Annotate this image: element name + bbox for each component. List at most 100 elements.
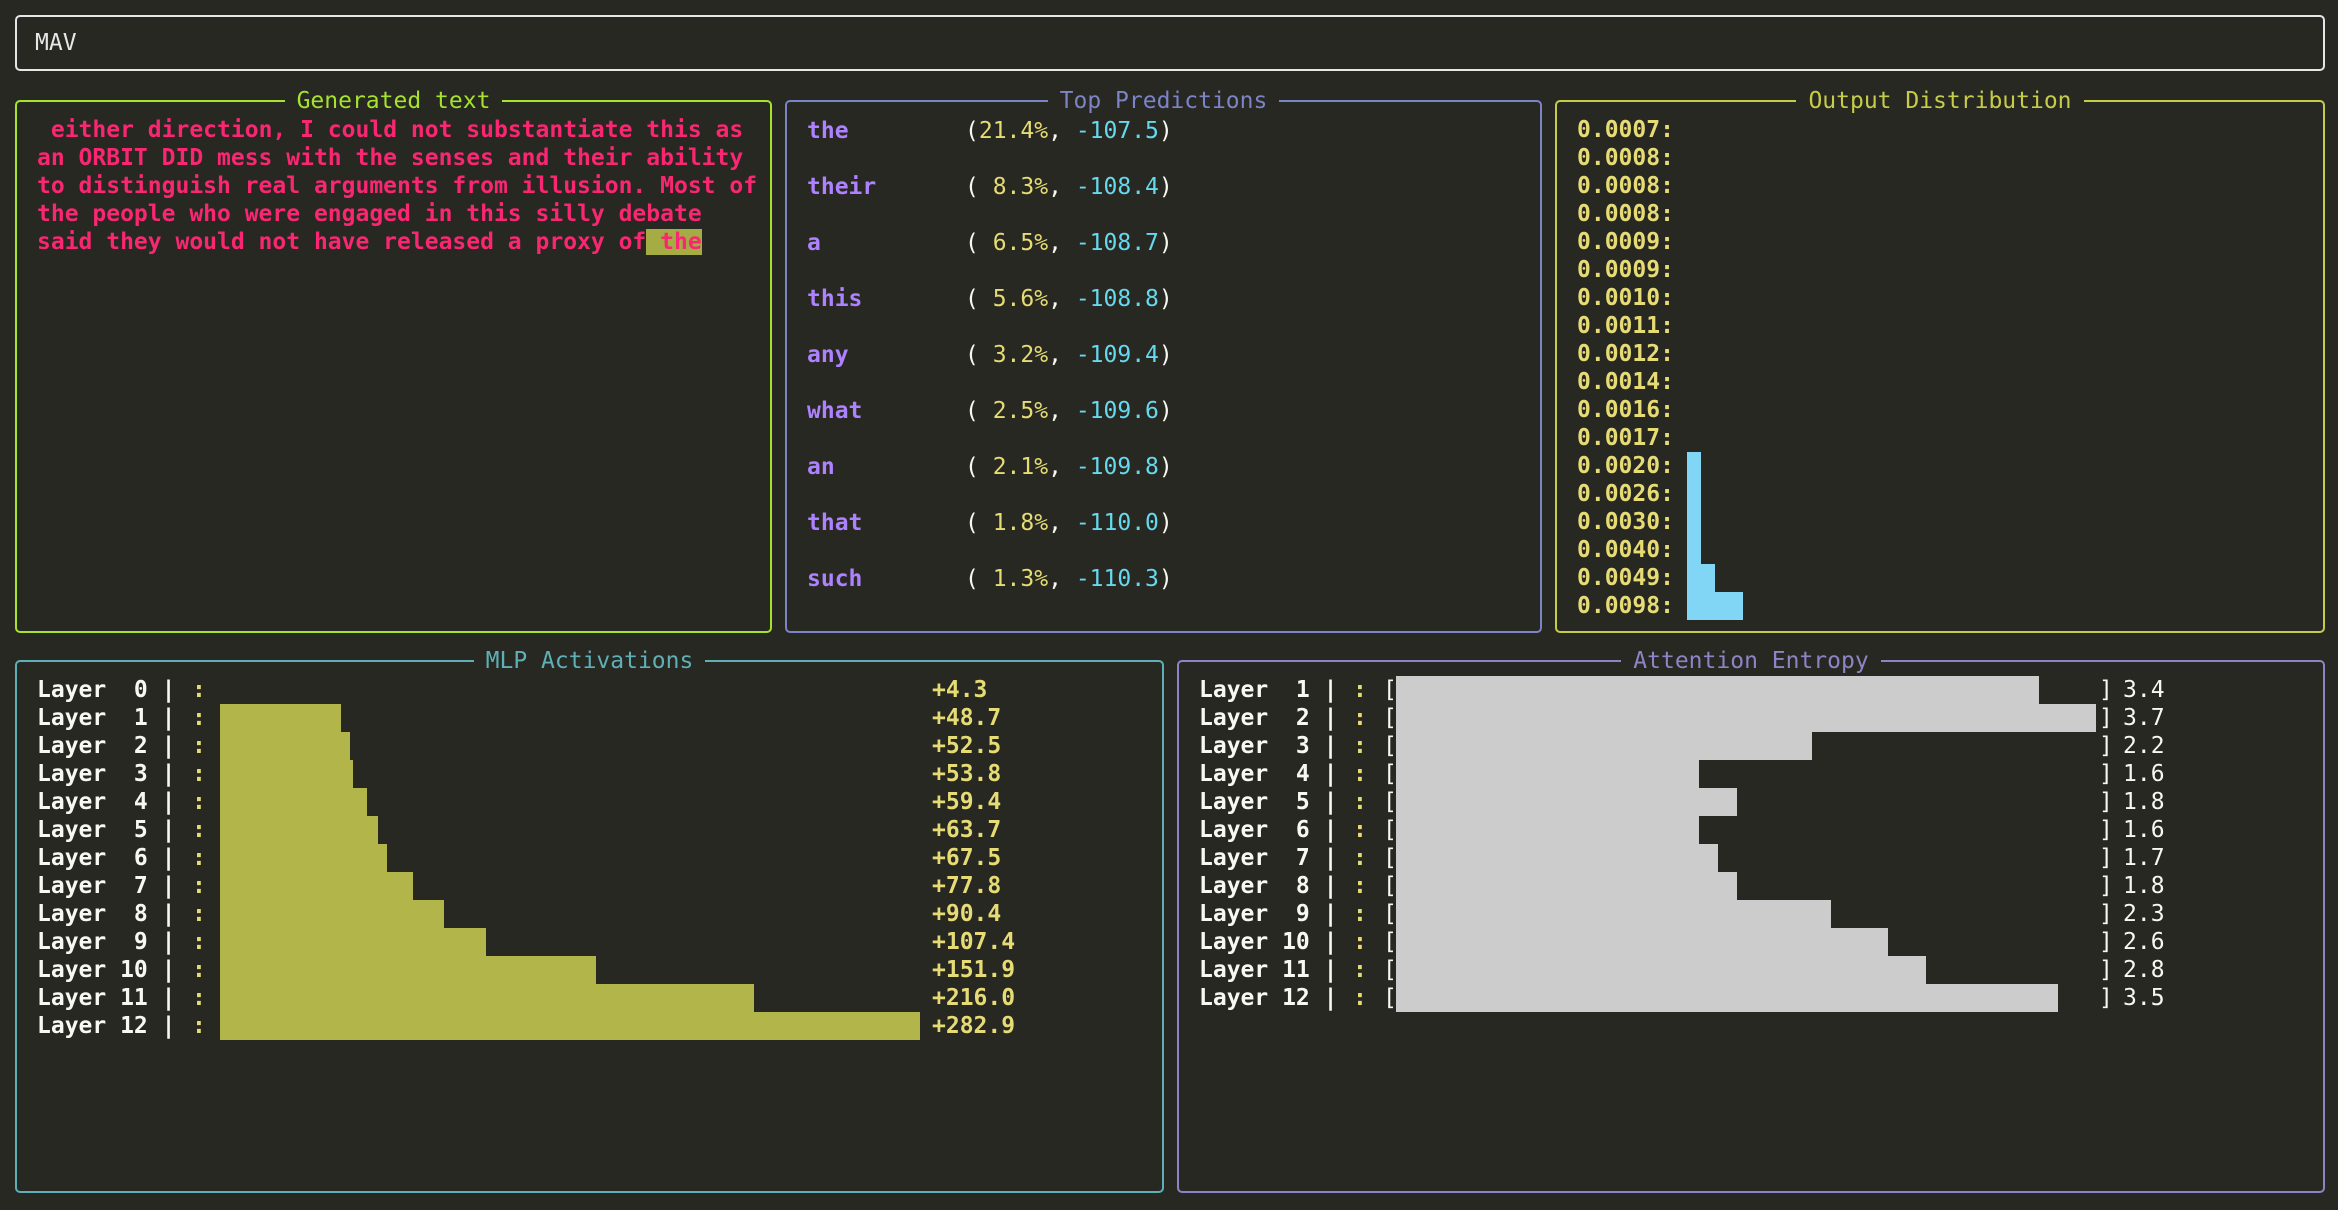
attention-separator: : [1353,817,1367,843]
open-bracket: [ [1383,817,1397,843]
mlp-activation-bar [220,732,350,760]
mlp-activations-panel: MLP Activations Layer 0 |: +4.3 Layer 1 |:… [15,648,1164,1193]
comma: , [1048,566,1076,592]
prediction-token: the [807,118,849,144]
close-bracket: ] [2099,789,2113,815]
prediction-values: ( 1.8%, -110.0) [965,508,1173,538]
distribution-bar [1687,452,1701,480]
prediction-values: ( 3.2%, -109.4) [965,340,1173,370]
open-paren: ( [965,230,979,256]
mlp-separator: : [192,929,206,955]
distribution-row-label: 0.0008: [1577,201,1674,227]
current-token-highlight: the [646,229,702,255]
mlp-activation-bar [220,844,387,872]
mlp-activation-value: +48.7 [932,705,1002,731]
mlp-layer-label: Layer 0 | [37,677,176,703]
mlp-activation-bar [220,788,367,816]
open-bracket: [ [1383,789,1397,815]
mlp-layer-label: Layer 1 | [37,705,176,731]
comma: , [1048,174,1076,200]
mlp-activation-bar [220,816,378,844]
prediction-logit: -109.8 [1075,454,1159,480]
attention-layer-label: Layer 7 | [1199,845,1338,871]
open-paren: ( [965,342,979,368]
open-paren: ( [965,510,979,536]
attention-layer-label: Layer 5 | [1199,789,1338,815]
attention-separator: : [1353,705,1367,731]
generated-text-body: either direction, I could not substantia… [37,116,767,256]
close-bracket: ] [2099,761,2113,787]
close-bracket: ] [2099,985,2113,1011]
mlp-activation-value: +77.8 [932,873,1002,899]
prediction-logit: -109.6 [1075,398,1159,424]
prediction-probability: 6.5% [978,230,1049,256]
prediction-token: an [807,454,835,480]
generated-text-panel: Generated text either direction, I could… [15,88,772,633]
attention-layer-label: Layer 9 | [1199,901,1338,927]
attention-separator: : [1353,873,1367,899]
prediction-token: this [807,286,863,312]
prediction-values: ( 2.1%, -109.8) [965,452,1173,482]
app-title: MAV [35,30,77,56]
prediction-logit: -107.5 [1075,118,1159,144]
attention-entropy-bar [1396,844,1718,872]
close-bracket: ] [2099,957,2113,983]
close-paren: ) [1158,174,1173,200]
attention-entropy-bar [1396,956,1926,984]
mlp-activation-value: +53.8 [932,761,1002,787]
attention-separator: : [1353,845,1367,871]
prediction-values: ( 5.6%, -108.8) [965,284,1173,314]
mlp-layer-label: Layer 10 | [37,957,176,983]
close-bracket: ] [2099,901,2113,927]
distribution-row-label: 0.0014: [1577,369,1674,395]
attention-layer-label: Layer 6 | [1199,817,1338,843]
mlp-activation-bar [220,928,486,956]
prediction-token: that [807,510,863,536]
close-bracket: ] [2099,929,2113,955]
mlp-activations-title: MLP Activations [473,648,706,674]
attention-layer-label: Layer 1 | [1199,677,1338,703]
open-paren: ( [965,286,979,312]
prediction-token: any [807,342,849,368]
prediction-probability: 1.3% [978,566,1049,592]
top-predictions-panel: Top Predictions the (21.4%, -107.5) their (… [785,88,1542,633]
mlp-activation-value: +90.4 [932,901,1002,927]
attention-entropy-value: 1.6 [2123,817,2165,843]
open-bracket: [ [1383,845,1397,871]
close-bracket: ] [2099,733,2113,759]
output-distribution-title: Output Distribution [1796,88,2084,114]
open-paren: ( [965,118,979,144]
mlp-separator: : [192,985,206,1011]
attention-layer-label: Layer 3 | [1199,733,1338,759]
attention-entropy-value: 1.8 [2123,789,2165,815]
attention-entropy-bar [1396,760,1699,788]
open-bracket: [ [1383,677,1397,703]
open-bracket: [ [1383,873,1397,899]
mlp-activation-bar [220,760,353,788]
generated-text-title: Generated text [284,88,503,114]
prediction-token: a [807,230,821,256]
mlp-activation-bar [220,900,444,928]
attention-entropy-bar [1396,928,1888,956]
attention-entropy-value: 1.8 [2123,873,2165,899]
attention-entropy-value: 2.3 [2123,901,2165,927]
distribution-row-label: 0.0012: [1577,341,1674,367]
distribution-bar [1687,564,1715,592]
distribution-row-label: 0.0040: [1577,537,1674,563]
mlp-activation-value: +67.5 [932,845,1002,871]
distribution-row-label: 0.0098: [1577,593,1674,619]
prediction-values: ( 8.3%, -108.4) [965,172,1173,202]
top-predictions-title: Top Predictions [1047,88,1280,114]
attention-layer-label: Layer 4 | [1199,761,1338,787]
prediction-values: ( 1.3%, -110.3) [965,564,1173,594]
comma: , [1048,510,1076,536]
distribution-row-label: 0.0009: [1577,229,1674,255]
mlp-layer-label: Layer 12 | [37,1013,176,1039]
attention-separator: : [1353,957,1367,983]
prediction-logit: -109.4 [1075,342,1159,368]
attention-entropy-bar [1396,984,2058,1012]
prediction-probability: 3.2% [978,342,1049,368]
open-bracket: [ [1383,705,1397,731]
close-bracket: ] [2099,677,2113,703]
prediction-logit: -110.0 [1075,510,1159,536]
